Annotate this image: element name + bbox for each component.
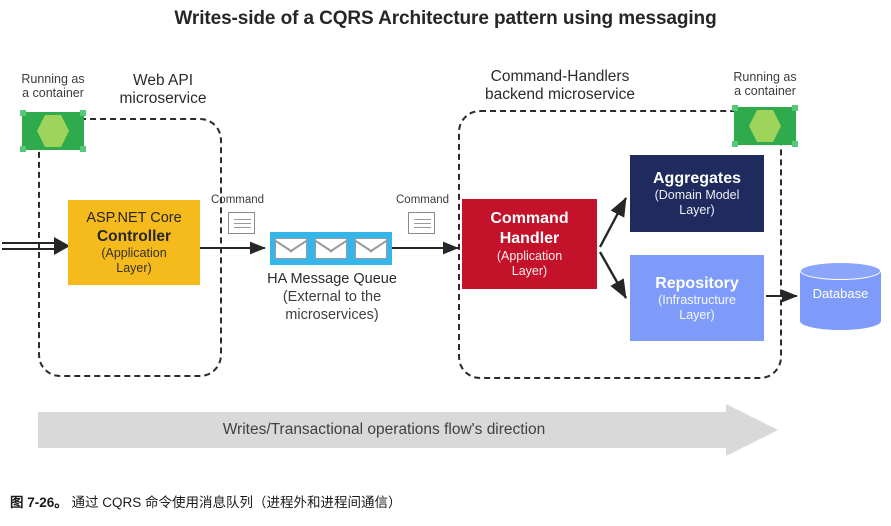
left-container-label: Running as a container — [5, 72, 101, 100]
ha-message-queue-label: HA Message Queue (External to the micros… — [248, 270, 416, 324]
controller-line1: ASP.NET Core — [86, 209, 182, 226]
database-label: Database — [812, 286, 869, 301]
command-handler-sub1: (Application — [496, 249, 563, 263]
command-handler-sub2: Layer) — [511, 264, 548, 278]
handlers-caption-line1: Command-Handlers — [490, 68, 630, 85]
flow-direction-banner: Writes/Transactional operations flow's d… — [38, 404, 778, 456]
command-handler-line2: Handler — [499, 230, 560, 247]
aggregates-line1: Aggregates — [652, 170, 742, 187]
repository-sub2: Layer) — [679, 307, 715, 322]
container-icon-handle — [20, 110, 26, 116]
container-hexagon-icon — [20, 110, 86, 152]
cqrs-writes-architecture-diagram: Writes-side of a CQRS Architecture patte… — [0, 0, 891, 526]
command-handlers-microservice-caption: Command-Handlers backend microservice — [440, 68, 680, 104]
webapi-microservice-caption: Web API microservice — [92, 72, 234, 108]
container-icon-handle — [80, 146, 86, 152]
flow-banner-arrowhead — [726, 404, 778, 456]
envelope-icon — [315, 238, 347, 259]
command-handler-line1: Command — [490, 210, 569, 227]
ha-message-queue-bar[interactable] — [270, 232, 392, 265]
repository-sub1: (Infrastructure — [658, 292, 736, 307]
right-container-label-line1: Running as — [733, 70, 797, 84]
envelope-icon — [275, 238, 307, 259]
container-icon-handle — [80, 110, 86, 116]
figure-caption-text: 通过 CQRS 命令使用消息队列（进程外和进程间通信） — [67, 495, 402, 510]
left-container-label-line2: a container — [22, 86, 84, 100]
webapi-caption-line1: Web API — [132, 72, 194, 89]
repository-box[interactable]: Repository (Infrastructure Layer) — [630, 255, 764, 341]
database-cylinder-icon[interactable]: Database — [800, 262, 881, 330]
page-title: Writes-side of a CQRS Architecture patte… — [174, 8, 717, 29]
controller-line2: Controller — [96, 227, 172, 245]
container-icon-handle — [792, 105, 798, 111]
controller-sub2: Layer) — [116, 260, 152, 275]
right-container-label: Running as a container — [716, 70, 814, 98]
right-container-label-line2: a container — [734, 84, 796, 98]
database-cylinder-top — [800, 262, 881, 280]
handlers-caption-line2: backend microservice — [485, 86, 635, 103]
repository-line1: Repository — [655, 274, 739, 292]
queue-label-line2: (External to the — [282, 289, 382, 305]
container-hexagon-icon — [732, 105, 798, 147]
aggregates-sub2: Layer) — [679, 203, 715, 217]
figure-caption: 图 7-26。 通过 CQRS 命令使用消息队列（进程外和进程间通信） — [10, 491, 710, 511]
left-container-label-line1: Running as — [21, 72, 85, 86]
controller-sub1: (Application — [101, 245, 167, 260]
aspnet-core-controller-box[interactable]: ASP.NET Core Controller (Application Lay… — [68, 200, 200, 285]
document-icon — [408, 212, 435, 234]
queue-label-line1: HA Message Queue — [267, 271, 397, 287]
command-label-second: Command — [396, 194, 450, 206]
envelope-icon — [355, 238, 387, 259]
container-icon-handle — [20, 146, 26, 152]
queue-label-line3: microservices) — [285, 307, 379, 323]
figure-caption-number: 图 7-26。 — [10, 495, 68, 510]
flow-banner-text: Writes/Transactional operations flow's d… — [222, 421, 546, 438]
aggregates-box[interactable]: Aggregates (Domain Model Layer) — [630, 155, 764, 232]
document-icon — [228, 212, 255, 234]
aggregates-sub1: (Domain Model — [654, 188, 740, 202]
container-icon-handle — [732, 105, 738, 111]
command-handler-box[interactable]: Command Handler (Application Layer) — [462, 199, 597, 289]
command-label-first: Command — [211, 194, 265, 206]
container-icon-handle — [732, 141, 738, 147]
container-icon-handle — [792, 141, 798, 147]
webapi-caption-line2: microservice — [119, 90, 207, 107]
